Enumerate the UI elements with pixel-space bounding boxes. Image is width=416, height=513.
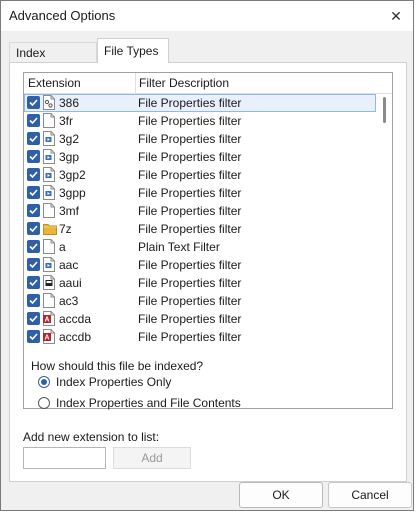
- window-title: Advanced Options: [9, 8, 116, 23]
- row-filter-description: File Properties filter: [138, 186, 242, 200]
- row-extension: 3mf: [59, 204, 80, 218]
- row-checkbox[interactable]: [27, 222, 40, 235]
- settings-file-icon: [43, 95, 55, 110]
- row-extension: 7z: [59, 222, 72, 236]
- row-checkbox[interactable]: [27, 276, 40, 289]
- table-row[interactable]: 3gp File Properties filter: [24, 148, 376, 166]
- tab-file-types[interactable]: File Types: [97, 38, 169, 63]
- column-divider[interactable]: [135, 73, 136, 93]
- row-filter-description: File Properties filter: [138, 204, 242, 218]
- row-extension: 3gpp: [59, 186, 86, 200]
- table-row[interactable]: 3gpp File Properties filter: [24, 184, 376, 202]
- svg-text:A: A: [44, 317, 49, 324]
- row-filter-description: File Properties filter: [138, 312, 242, 326]
- list-rows: 386 File Properties filter 3fr File Propert…: [24, 94, 376, 346]
- row-checkbox[interactable]: [27, 114, 40, 127]
- row-filter-description: File Properties filter: [138, 168, 242, 182]
- title-bar: Advanced Options ✕: [1, 1, 413, 31]
- row-filter-description: File Properties filter: [138, 276, 242, 290]
- table-row[interactable]: aaui File Properties filter: [24, 274, 376, 292]
- blank-file-icon: [43, 203, 55, 218]
- table-row[interactable]: aac File Properties filter: [24, 256, 376, 274]
- add-extension-label: Add new extension to list:: [23, 430, 160, 444]
- tab-index-settings[interactable]: Index Settings: [9, 42, 97, 80]
- add-button[interactable]: Add: [113, 447, 191, 469]
- row-checkbox[interactable]: [27, 240, 40, 253]
- row-checkbox[interactable]: [27, 168, 40, 181]
- index-method-label: How should this file be indexed?: [29, 359, 206, 373]
- row-extension: ac3: [59, 294, 79, 308]
- row-filter-description: File Properties filter: [138, 96, 242, 110]
- radio-properties-only-label[interactable]: Index Properties Only: [56, 375, 171, 389]
- row-filter-description: File Properties filter: [138, 150, 242, 164]
- row-checkbox[interactable]: [27, 204, 40, 217]
- row-extension: accdb: [59, 330, 92, 344]
- row-filter-description: File Properties filter: [138, 222, 242, 236]
- row-filter-description: Plain Text Filter: [138, 240, 220, 254]
- row-checkbox[interactable]: [27, 294, 40, 307]
- media-file-icon: [43, 185, 55, 200]
- media-file-icon: [43, 257, 55, 272]
- table-row[interactable]: Aaccdb File Properties filter: [24, 328, 376, 346]
- svg-text:A: A: [44, 335, 49, 342]
- table-row[interactable]: 3mf File Properties filter: [24, 202, 376, 220]
- blank-file-icon: [43, 239, 55, 254]
- add-extension-input[interactable]: [23, 447, 106, 469]
- row-extension: 3g2: [59, 132, 80, 146]
- media-file-icon: [43, 131, 55, 146]
- row-checkbox[interactable]: [27, 258, 40, 271]
- table-row[interactable]: 386 File Properties filter: [24, 94, 376, 112]
- row-extension: 3gp2: [59, 168, 86, 182]
- list-header: Extension Filter Description: [24, 73, 392, 94]
- row-extension: 3fr: [59, 114, 74, 128]
- access-file-icon: A: [43, 329, 55, 344]
- row-extension: accda: [59, 312, 92, 326]
- close-icon[interactable]: ✕: [385, 5, 407, 27]
- ok-button[interactable]: OK: [239, 482, 323, 508]
- radio-properties-only[interactable]: [38, 376, 50, 388]
- row-checkbox[interactable]: [27, 132, 40, 145]
- radio-properties-and-contents[interactable]: [38, 397, 50, 409]
- table-row[interactable]: a Plain Text Filter: [24, 238, 376, 256]
- row-checkbox[interactable]: [27, 150, 40, 163]
- row-checkbox[interactable]: [27, 96, 40, 109]
- blank-file-icon: [43, 113, 55, 128]
- radio-properties-and-contents-label[interactable]: Index Properties and File Contents: [56, 396, 241, 410]
- scrollbar-thumb[interactable]: [383, 97, 386, 123]
- table-row[interactable]: Aaccda File Properties filter: [24, 310, 376, 328]
- row-extension: 3gp: [59, 150, 80, 164]
- row-checkbox[interactable]: [27, 312, 40, 325]
- blank-file-icon: [43, 293, 55, 308]
- row-extension: aac: [59, 258, 79, 272]
- file-types-panel: Extension Filter Description 386 File Pro…: [9, 62, 407, 482]
- media-file-icon: [43, 167, 55, 182]
- row-extension: a: [59, 240, 66, 254]
- row-filter-description: File Properties filter: [138, 330, 242, 344]
- app-file-icon: [43, 275, 55, 290]
- cancel-button[interactable]: Cancel: [328, 482, 412, 508]
- media-file-icon: [43, 149, 55, 164]
- index-method-group: How should this file be indexed? Index P…: [23, 358, 395, 418]
- column-header-extension[interactable]: Extension: [28, 76, 81, 90]
- table-row[interactable]: 3g2 File Properties filter: [24, 130, 376, 148]
- row-filter-description: File Properties filter: [138, 258, 242, 272]
- row-filter-description: File Properties filter: [138, 294, 242, 308]
- table-row[interactable]: 3fr File Properties filter: [24, 112, 376, 130]
- row-filter-description: File Properties filter: [138, 132, 242, 146]
- table-row[interactable]: 7z File Properties filter: [24, 220, 376, 238]
- row-checkbox[interactable]: [27, 330, 40, 343]
- table-row[interactable]: 3gp2 File Properties filter: [24, 166, 376, 184]
- row-extension: aaui: [59, 276, 82, 290]
- table-row[interactable]: ac3 File Properties filter: [24, 292, 376, 310]
- advanced-options-dialog: Advanced Options ✕ Index Settings File T…: [0, 0, 414, 511]
- row-extension: 386: [59, 96, 80, 110]
- column-header-filter-description[interactable]: Filter Description: [139, 76, 229, 90]
- access-file-icon: A: [43, 311, 55, 326]
- folder-icon: [43, 221, 57, 236]
- row-checkbox[interactable]: [27, 186, 40, 199]
- row-filter-description: File Properties filter: [138, 114, 242, 128]
